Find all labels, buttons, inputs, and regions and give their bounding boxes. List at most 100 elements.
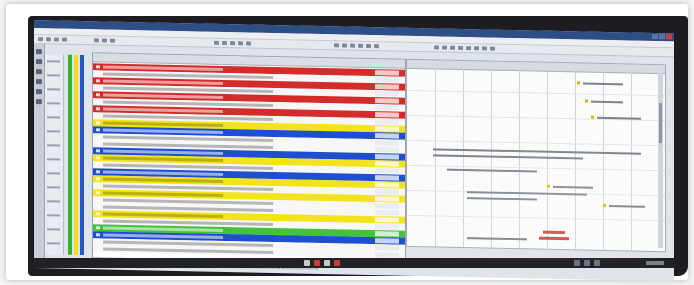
calendar-event[interactable]	[553, 185, 593, 189]
row-marker	[96, 121, 100, 125]
row-value	[375, 77, 399, 83]
taskbar-app-icon[interactable]	[304, 260, 310, 266]
row-marker	[96, 226, 100, 230]
category-stripe-green	[68, 54, 72, 255]
toolbar-button-icon[interactable]	[110, 38, 115, 43]
taskbar-app-icon[interactable]	[314, 260, 320, 266]
row-value	[375, 147, 399, 153]
highlight-tag[interactable]	[539, 236, 569, 241]
grid-line	[407, 139, 665, 147]
toolbar-button-icon[interactable]	[458, 45, 463, 50]
toolbar-button-icon[interactable]	[222, 40, 227, 46]
toolbar-button-icon[interactable]	[94, 38, 99, 43]
calendar-event[interactable]	[583, 82, 623, 86]
activity-table	[92, 52, 406, 265]
tray-clock[interactable]	[646, 261, 664, 265]
calendar-event[interactable]	[591, 100, 623, 104]
row-marker	[96, 170, 100, 174]
tray-icon[interactable]	[574, 260, 580, 266]
event-marker-icon[interactable]	[547, 184, 550, 188]
calendar-event[interactable]	[467, 197, 537, 201]
event-marker-icon[interactable]	[577, 81, 580, 85]
gutter-label	[47, 228, 60, 231]
toolbar-button-icon[interactable]	[342, 43, 347, 48]
nav-icon[interactable]	[36, 49, 42, 55]
calendar-event[interactable]	[609, 205, 645, 208]
gutter-label	[47, 172, 60, 175]
left-navigation-rail	[34, 43, 45, 269]
toolbar-button-icon[interactable]	[54, 37, 59, 42]
row-marker	[96, 65, 100, 69]
toolbar-button-icon[interactable]	[366, 43, 371, 49]
toolbar-button-icon[interactable]	[350, 43, 355, 48]
row-value	[375, 133, 399, 139]
minimize-icon[interactable]	[652, 33, 658, 40]
toolbar-button-icon[interactable]	[62, 37, 67, 42]
toolbar-button-icon[interactable]	[450, 45, 455, 50]
tray-icon[interactable]	[594, 260, 600, 266]
scrollbar-thumb[interactable]	[659, 103, 662, 144]
nav-icon[interactable]	[36, 69, 42, 75]
row-value	[375, 112, 399, 118]
row-value	[375, 252, 399, 258]
calendar-event[interactable]	[467, 237, 527, 241]
gutter-label	[47, 116, 60, 119]
row-value	[375, 189, 399, 195]
row-value	[375, 168, 399, 174]
row-marker	[96, 79, 100, 83]
calendar-event[interactable]	[433, 148, 641, 155]
taskbar-app-icon[interactable]	[334, 260, 340, 266]
nav-icon[interactable]	[36, 89, 42, 95]
gutter-label	[47, 74, 60, 77]
event-marker-icon[interactable]	[585, 99, 588, 103]
close-icon[interactable]	[666, 34, 672, 40]
calendar-event[interactable]	[467, 191, 587, 196]
taskbar-app-icon[interactable]	[324, 260, 330, 266]
toolbar-button-icon[interactable]	[238, 41, 243, 46]
event-marker-icon[interactable]	[603, 203, 606, 207]
toolbar-button-icon[interactable]	[474, 46, 479, 51]
tray-icon[interactable]	[584, 260, 590, 266]
row-value	[375, 154, 399, 160]
toolbar-button-icon[interactable]	[46, 37, 51, 42]
toolbar-button-icon[interactable]	[358, 43, 363, 48]
calendar-event[interactable]	[447, 168, 537, 173]
grid-line	[575, 71, 576, 250]
gutter-label	[47, 60, 60, 63]
calendar-grid-panel	[406, 58, 666, 253]
row-value	[375, 70, 399, 76]
vertical-scrollbar[interactable]	[658, 73, 663, 249]
row-value	[375, 245, 399, 251]
toolbar-button-icon[interactable]	[246, 41, 251, 46]
row-marker	[96, 156, 100, 160]
toolbar-button-icon[interactable]	[482, 46, 487, 51]
event-marker-icon[interactable]	[591, 115, 594, 119]
nav-icon[interactable]	[36, 79, 42, 85]
row-time-gutter	[45, 54, 64, 255]
toolbar-button-icon[interactable]	[230, 41, 235, 46]
nav-icon[interactable]	[36, 99, 42, 105]
row-value	[375, 140, 399, 146]
toolbar-button-icon[interactable]	[434, 45, 439, 50]
grid-line	[435, 68, 436, 247]
calendar-event[interactable]	[433, 154, 583, 160]
row-value	[375, 203, 399, 209]
row-value	[375, 210, 399, 216]
toolbar-button-icon[interactable]	[214, 40, 219, 45]
toolbar-button-icon[interactable]	[102, 38, 107, 43]
highlight-tag[interactable]	[543, 230, 565, 235]
row-value	[375, 98, 399, 104]
row-marker	[96, 212, 100, 216]
toolbar-button-icon[interactable]	[334, 43, 339, 48]
toolbar-button-icon[interactable]	[374, 44, 379, 49]
maximize-icon[interactable]	[659, 34, 665, 40]
grid-line	[491, 69, 492, 248]
nav-icon[interactable]	[36, 59, 42, 65]
toolbar-button-icon[interactable]	[442, 45, 447, 50]
toolbar-button-icon[interactable]	[38, 37, 43, 42]
toolbar-button-icon[interactable]	[490, 46, 495, 51]
row-marker	[96, 93, 100, 97]
grid-line	[519, 70, 520, 249]
row-value	[375, 196, 399, 202]
toolbar-button-icon[interactable]	[466, 46, 471, 51]
